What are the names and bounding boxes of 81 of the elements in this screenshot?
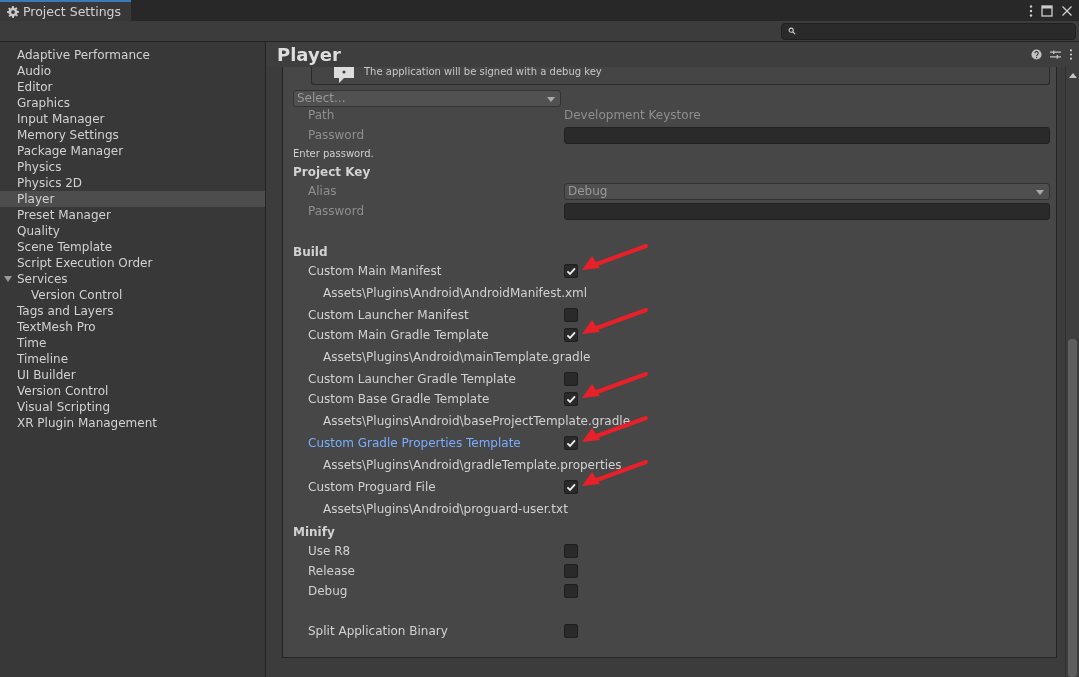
checkbox[interactable] — [564, 372, 578, 386]
checkbox[interactable] — [564, 544, 578, 558]
checkbox[interactable] — [564, 436, 578, 450]
panel-title: Player — [277, 44, 341, 65]
password-field[interactable] — [564, 202, 1050, 220]
section-header: Build — [293, 244, 329, 261]
sliders-icon[interactable] — [1050, 49, 1061, 60]
sidebar-item[interactable]: Player — [0, 191, 265, 207]
search-field[interactable] — [781, 22, 1076, 40]
toggle-label: Custom Launcher Gradle Template — [307, 372, 517, 386]
sidebar-item[interactable]: Quality — [0, 223, 265, 239]
window-tab[interactable]: Project Settings — [0, 0, 131, 21]
file-path: Assets\Plugins\Android\gradleTemplate.properties — [322, 457, 623, 474]
scroll-thumb[interactable] — [1068, 339, 1077, 677]
caret-icon — [1036, 189, 1044, 195]
sidebar-item[interactable]: UI Builder — [0, 367, 265, 383]
file-path: Assets\Plugins\Android\AndroidManifest.xml — [322, 285, 589, 302]
checkbox[interactable] — [564, 624, 578, 638]
toggle-label: Custom Main Manifest — [307, 264, 443, 278]
toggle-label: Use R8 — [307, 544, 352, 558]
gear-icon — [7, 5, 19, 18]
sidebar-item[interactable]: Editor — [0, 79, 265, 95]
field-label: Alias — [307, 184, 338, 198]
checkbox[interactable] — [564, 308, 578, 322]
sidebar-item[interactable]: Timeline — [0, 351, 265, 367]
field-label: Password — [307, 204, 366, 218]
sidebar-item[interactable]: Scene Template — [0, 239, 265, 255]
checkbox[interactable] — [564, 564, 578, 578]
close-icon[interactable] — [1061, 4, 1073, 17]
toggle-label: Custom Launcher Manifest — [307, 308, 470, 322]
toggle-label: Custom Base Gradle Template — [307, 392, 491, 406]
sidebar-item[interactable]: Version Control — [0, 287, 265, 303]
scroll-up-icon[interactable] — [1069, 73, 1077, 78]
sidebar-item[interactable]: Preset Manager — [0, 207, 265, 223]
hint-text: Enter password. — [293, 147, 375, 161]
more-icon[interactable] — [1029, 4, 1033, 17]
toggle-label: Release — [307, 564, 356, 578]
section-header: Minify — [293, 524, 336, 541]
sidebar-item[interactable]: Memory Settings — [0, 127, 265, 143]
sidebar-item[interactable]: Time — [0, 335, 265, 351]
sidebar-item[interactable]: Tags and Layers — [0, 303, 265, 319]
password-field[interactable] — [564, 126, 1050, 144]
tab-title: Project Settings — [23, 4, 121, 19]
sidebar-item[interactable]: Script Execution Order — [0, 255, 265, 271]
sidebar-item[interactable]: Input Manager — [0, 111, 265, 127]
maximize-icon[interactable] — [1041, 4, 1053, 17]
search-icon — [788, 27, 796, 35]
section-header: Project Key — [293, 164, 372, 181]
toggle-label: Custom Main Gradle Template — [307, 328, 490, 342]
sidebar-item[interactable]: XR Plugin Management — [0, 415, 265, 431]
checkbox[interactable] — [564, 392, 578, 406]
toggle-label: Custom Proguard File — [307, 480, 437, 494]
file-path: Assets\Plugins\Android\mainTemplate.gradle — [322, 349, 592, 366]
sidebar-item[interactable]: Visual Scripting — [0, 399, 265, 415]
checkbox[interactable] — [564, 328, 578, 342]
toggle-label: Split Application Binary — [307, 624, 449, 638]
sidebar-item[interactable]: Version Control — [0, 383, 265, 399]
field-label: Path — [307, 108, 336, 122]
sidebar-item[interactable]: Physics 2D — [0, 175, 265, 191]
expand-arrow-icon[interactable] — [4, 275, 12, 283]
sidebar-item[interactable]: Graphics — [0, 95, 265, 111]
sidebar-item[interactable]: Package Manager — [0, 143, 265, 159]
field-value: Development Keystore — [564, 108, 701, 122]
field-label: Password — [307, 128, 366, 142]
help-text: The application will be signed with a debug key — [364, 67, 602, 78]
scrollbar[interactable] — [1065, 67, 1079, 677]
sidebar-item[interactable]: Audio — [0, 63, 265, 79]
checkbox[interactable] — [564, 264, 578, 278]
sidebar-item[interactable]: Services — [0, 271, 265, 287]
checkbox[interactable] — [564, 584, 578, 598]
file-path: Assets\Plugins\Android\proguard-user.txt — [322, 501, 569, 518]
caret-icon — [547, 96, 555, 102]
sidebar-item[interactable]: TextMesh Pro — [0, 319, 265, 335]
toggle-label: Custom Gradle Properties Template — [307, 436, 522, 450]
sidebar-item[interactable]: Physics — [0, 159, 265, 175]
toggle-label: Debug — [307, 584, 349, 598]
help-icon[interactable] — [1031, 49, 1042, 60]
file-path: Assets\Plugins\Android\baseProjectTemplate.gradle — [322, 413, 632, 430]
checkbox[interactable] — [564, 480, 578, 494]
sidebar-item[interactable]: Adaptive Performance — [0, 47, 265, 63]
more-icon[interactable] — [1069, 49, 1073, 60]
